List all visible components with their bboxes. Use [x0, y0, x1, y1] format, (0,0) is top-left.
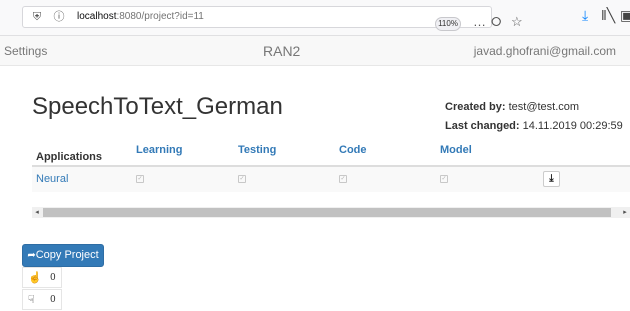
- last-changed: Last changed: 14.11.2019 00:29:59: [445, 120, 623, 132]
- model-download-button[interactable]: ⤓: [543, 171, 560, 187]
- code-checkbox[interactable]: ✓: [339, 175, 347, 183]
- url-text[interactable]: localhost:8080/project?id=11: [77, 11, 204, 22]
- dislike-button[interactable]: ☟ 0: [22, 289, 62, 310]
- nav-settings-link[interactable]: Settings: [4, 44, 47, 58]
- copy-project-label: Copy Project: [35, 249, 99, 261]
- scroll-left-arrow-icon[interactable]: ◂: [32, 207, 42, 218]
- share-arrow-icon: ➦: [27, 250, 36, 261]
- more-icon[interactable]: …: [473, 15, 486, 29]
- model-checkbox[interactable]: ✓: [440, 175, 448, 183]
- application-link-neural[interactable]: Neural: [36, 173, 68, 185]
- browser-toolbar: ⛨ ⓘ localhost:8080/project?id=11 110% … …: [0, 0, 630, 36]
- url-host: localhost: [77, 11, 117, 22]
- zoom-badge[interactable]: 110%: [435, 17, 461, 31]
- url-path: :8080/project?id=11: [116, 11, 204, 22]
- header-testing[interactable]: Testing: [238, 144, 276, 156]
- header-applications: Applications: [36, 151, 103, 163]
- header-code[interactable]: Code: [339, 144, 367, 156]
- testing-checkbox[interactable]: ✓: [238, 175, 246, 183]
- table-row: Neural ✓ ✓ ✓ ✓ ⤓: [32, 167, 630, 192]
- info-icon[interactable]: ⓘ: [53, 11, 65, 23]
- last-changed-label: Last changed:: [445, 120, 520, 132]
- dislike-count: 0: [50, 295, 56, 305]
- scroll-right-arrow-icon[interactable]: ▸: [620, 207, 630, 218]
- library-icon[interactable]: ‖╲: [601, 7, 615, 23]
- thumbs-up-icon: ☝: [28, 271, 42, 284]
- created-by: Created by: test@test.com: [445, 101, 579, 113]
- nav-brand[interactable]: RAN2: [263, 43, 300, 59]
- horizontal-scrollbar[interactable]: ◂ ▸: [32, 207, 630, 218]
- thumbs-down-icon: ☟: [28, 293, 35, 306]
- last-changed-value: 14.11.2019 00:29:59: [522, 120, 623, 132]
- scrollbar-thumb[interactable]: [43, 208, 611, 217]
- like-count: 0: [50, 273, 56, 283]
- download-icon: ⤓: [549, 173, 554, 184]
- header-learning[interactable]: Learning: [136, 144, 182, 156]
- header-model[interactable]: Model: [440, 144, 472, 156]
- created-by-label: Created by:: [445, 101, 506, 113]
- pocket-icon[interactable]: ⭘: [491, 15, 501, 29]
- shield-icon[interactable]: ⛨: [31, 11, 43, 23]
- url-bar[interactable]: ⛨ ⓘ localhost:8080/project?id=11 110% … …: [22, 6, 523, 31]
- learning-checkbox[interactable]: ✓: [136, 175, 144, 183]
- like-button[interactable]: ☝ 0: [22, 267, 62, 288]
- copy-project-button[interactable]: ➦Copy Project: [22, 244, 104, 267]
- bookmark-star-icon[interactable]: ☆: [511, 15, 523, 29]
- project-title: SpeechToText_German: [32, 93, 283, 120]
- created-by-value: test@test.com: [508, 101, 580, 113]
- app-navbar: Settings RAN2 javad.ghofrani@gmail.com: [0, 36, 630, 66]
- download-icon[interactable]: ⤓: [582, 7, 588, 23]
- nav-user-email[interactable]: javad.ghofrani@gmail.com: [474, 44, 616, 58]
- reader-icon[interactable]: ▣: [620, 7, 630, 23]
